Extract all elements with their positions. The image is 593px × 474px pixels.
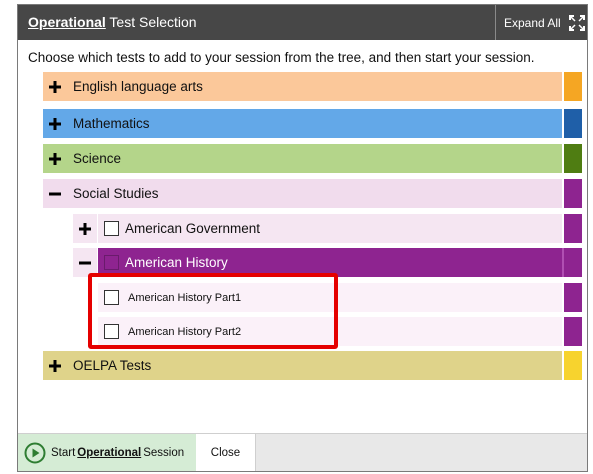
tree-item-mathematics[interactable]: Mathematics [43,109,582,138]
test-selection-dialog: Operational Test Selection Expand All Ch… [17,4,588,472]
category-color-swatch [564,248,582,277]
american-history-checkbox[interactable] [104,255,119,270]
category-color-swatch [564,179,582,208]
category-color-swatch [564,109,582,138]
category-color-swatch [564,283,582,312]
tree-item-social-studies[interactable]: Social Studies [43,179,582,208]
tree-item-label: OELPA Tests [73,358,152,373]
dialog-title: Operational Test Selection [28,14,197,30]
tree-item-science[interactable]: Science [43,144,582,173]
plus-icon[interactable] [43,144,67,173]
plus-icon[interactable] [43,72,67,101]
category-color-swatch [564,144,582,173]
tree-item-oelpa-tests[interactable]: OELPA Tests [43,351,582,380]
play-icon [24,442,46,463]
tree-item-label: Social Studies [73,186,159,201]
start-operational: Operational [77,446,142,459]
title-operational: Operational [28,14,106,30]
expand-all-label: Expand All [504,15,561,30]
start-prefix: Start [51,446,76,459]
expand-all-button[interactable]: Expand All [495,5,587,40]
tree-item-label: Mathematics [73,116,150,131]
start-operational-session-button[interactable]: Start Operational Session [18,434,196,471]
dialog-footer: Start Operational Session Close [18,433,587,471]
category-color-swatch [564,351,582,380]
plus-icon[interactable] [43,109,67,138]
tree-item-label: English language arts [73,79,203,94]
tree-item-english-language-arts[interactable]: English language arts [43,72,582,101]
highlight-annotation [88,273,338,349]
tree-item-label: Science [73,151,122,166]
tree-item-label: American Government [125,221,261,236]
category-color-swatch [564,214,582,243]
close-button[interactable]: Close [196,434,256,471]
minus-icon[interactable] [43,179,67,208]
plus-icon[interactable] [73,214,97,243]
instructions-text: Choose which tests to add to your sessio… [28,50,535,65]
category-color-swatch [564,72,582,101]
tree-item-label: American History [125,255,228,270]
plus-icon[interactable] [43,351,67,380]
tree-item-american-government-toggle[interactable] [73,214,97,243]
start-suffix: Session [143,446,185,459]
american-government-checkbox[interactable] [104,221,119,236]
title-rest: Test Selection [105,14,197,30]
title-bar: Operational Test Selection Expand All [18,5,587,40]
tree-item-american-government[interactable]: American Government [98,214,582,243]
expand-icon [568,14,585,31]
category-color-swatch [564,317,582,346]
